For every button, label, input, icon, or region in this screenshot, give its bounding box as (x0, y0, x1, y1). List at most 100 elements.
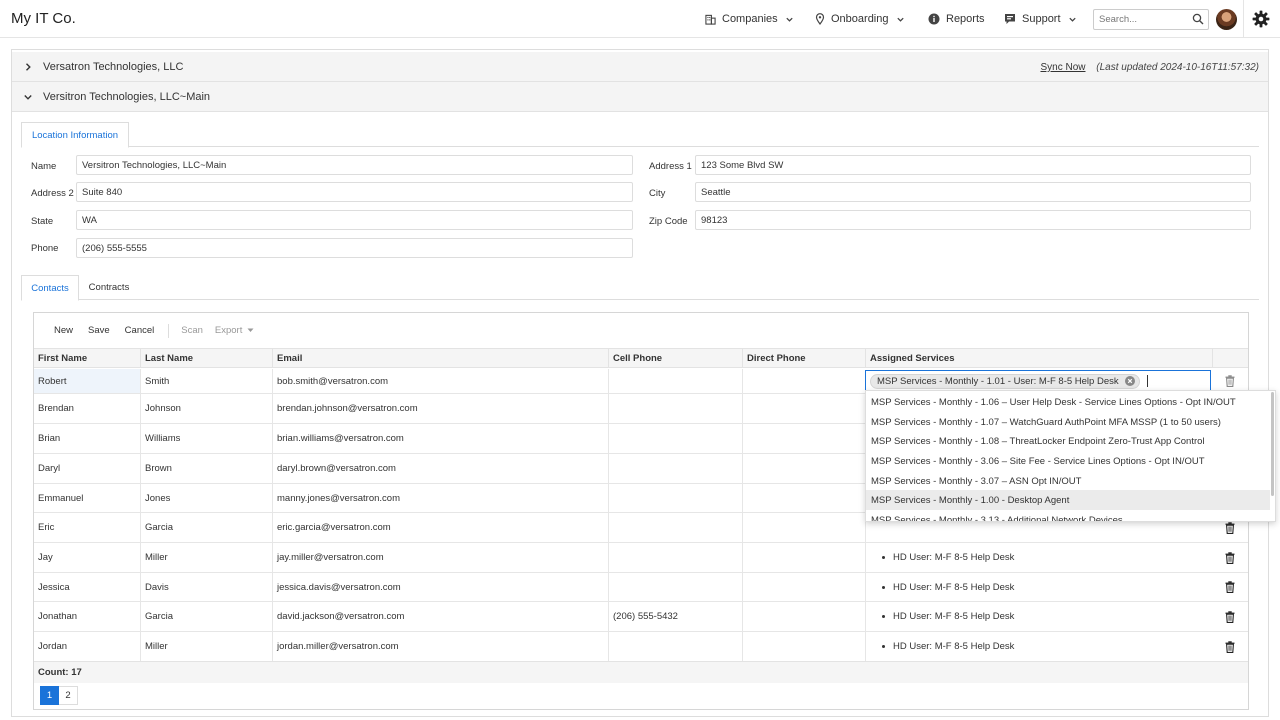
export-button[interactable]: Export (215, 325, 254, 336)
column-header-assigned-services[interactable]: Assigned Services (865, 349, 1212, 368)
accordion-item-versatron[interactable]: Versatron Technologies, LLC Sync Now (La… (12, 52, 1268, 82)
cell-last-name[interactable]: Davis (140, 573, 272, 601)
cell-cell-phone[interactable] (608, 573, 742, 601)
cell-cell-phone[interactable]: (206) 555-5432 (608, 602, 742, 631)
cell-cell-phone[interactable] (608, 543, 742, 572)
cell-direct-phone[interactable] (742, 632, 865, 661)
cell-assigned-services[interactable]: HD User: M-F 8-5 Help Desk (865, 543, 1212, 572)
cell-first-name[interactable]: Robert (34, 369, 140, 393)
cell-last-name[interactable]: Jones (140, 484, 272, 512)
nav-reports[interactable]: Reports (928, 0, 985, 38)
cell-first-name[interactable]: Emmanuel (34, 484, 140, 512)
gear-icon[interactable] (1252, 10, 1270, 31)
cell-last-name[interactable]: Garcia (140, 602, 272, 631)
trash-icon[interactable] (1225, 610, 1235, 623)
tab-contracts[interactable]: Contracts (79, 275, 139, 300)
nav-companies[interactable]: Companies (705, 0, 794, 38)
new-button[interactable]: New (54, 325, 73, 336)
page-button-2[interactable]: 2 (59, 686, 78, 705)
cell-last-name[interactable]: Garcia (140, 513, 272, 542)
dropdown-option[interactable]: MSP Services - Monthly - 3.06 – Site Fee… (866, 451, 1270, 471)
cell-email[interactable]: brendan.johnson@versatron.com (272, 394, 608, 423)
cell-first-name[interactable]: Eric (34, 513, 140, 542)
cell-email[interactable]: manny.jones@versatron.com (272, 484, 608, 512)
selected-service-chip[interactable]: MSP Services - Monthly - 1.01 - User: M-… (870, 373, 1140, 389)
user-avatar[interactable] (1216, 9, 1237, 30)
trash-icon[interactable] (1225, 640, 1235, 653)
page-button-1[interactable]: 1 (40, 686, 59, 705)
trash-icon[interactable] (1225, 521, 1235, 534)
cell-cell-phone[interactable] (608, 484, 742, 512)
remove-chip-icon[interactable] (1124, 376, 1135, 386)
table-row[interactable]: Jonathan Garcia david.jackson@versatron.… (34, 602, 1248, 632)
cell-direct-phone[interactable] (742, 573, 865, 601)
cell-assigned-services[interactable]: HD User: M-F 8-5 Help Desk (865, 602, 1212, 631)
cell-direct-phone[interactable] (742, 484, 865, 512)
cell-last-name[interactable]: Smith (140, 369, 272, 393)
cell-direct-phone[interactable] (742, 513, 865, 542)
cell-first-name[interactable]: Jonathan (34, 602, 140, 631)
cell-direct-phone[interactable] (742, 543, 865, 572)
nav-support[interactable]: Support (1004, 0, 1077, 38)
cell-cell-phone[interactable] (608, 369, 742, 393)
city-field[interactable]: Seattle (695, 182, 1251, 202)
name-field[interactable]: Versitron Technologies, LLC~Main (76, 155, 633, 175)
column-header-last-name[interactable]: Last Name (140, 349, 272, 368)
cell-cell-phone[interactable] (608, 513, 742, 542)
cell-last-name[interactable]: Johnson (140, 394, 272, 423)
cell-email[interactable]: jessica.davis@versatron.com (272, 573, 608, 601)
trash-icon[interactable] (1225, 551, 1235, 564)
cell-email[interactable]: bob.smith@versatron.com (272, 369, 608, 393)
search-icon[interactable] (1192, 13, 1204, 28)
table-row[interactable]: Jessica Davis jessica.davis@versatron.co… (34, 573, 1248, 602)
cell-cell-phone[interactable] (608, 632, 742, 661)
cell-first-name[interactable]: Jessica (34, 573, 140, 601)
assigned-services-multiselect[interactable]: MSP Services - Monthly - 1.01 - User: M-… (865, 370, 1211, 392)
cell-direct-phone[interactable] (742, 454, 865, 483)
nav-onboarding[interactable]: Onboarding (815, 0, 905, 38)
cell-direct-phone[interactable] (742, 369, 865, 393)
phone-field[interactable]: (206) 555-5555 (76, 238, 633, 258)
zip-field[interactable]: 98123 (695, 210, 1251, 230)
cell-last-name[interactable]: Miller (140, 543, 272, 572)
cell-direct-phone[interactable] (742, 394, 865, 423)
dropdown-option[interactable]: MSP Services - Monthly - 1.07 – WatchGua… (866, 412, 1270, 432)
cell-first-name[interactable]: Brian (34, 424, 140, 453)
table-row[interactable]: Jordan Miller jordan.miller@versatron.co… (34, 632, 1248, 661)
cancel-button[interactable]: Cancel (125, 325, 155, 336)
cell-first-name[interactable]: Jay (34, 543, 140, 572)
cell-assigned-services[interactable]: HD User: M-F 8-5 Help Desk (865, 632, 1212, 661)
dropdown-option-highlighted[interactable]: MSP Services - Monthly - 1.00 - Desktop … (866, 490, 1270, 510)
cell-last-name[interactable]: Miller (140, 632, 272, 661)
cell-direct-phone[interactable] (742, 602, 865, 631)
tab-location-information[interactable]: Location Information (21, 122, 129, 148)
cell-last-name[interactable]: Williams (140, 424, 272, 453)
column-header-first-name[interactable]: First Name (34, 349, 140, 368)
app-title[interactable]: My IT Co. (11, 10, 76, 27)
search-input[interactable] (1094, 10, 1188, 29)
trash-icon[interactable] (1225, 581, 1235, 593)
address2-field[interactable]: Suite 840 (76, 182, 633, 202)
cell-email[interactable]: jay.miller@versatron.com (272, 543, 608, 572)
cell-email[interactable]: daryl.brown@versatron.com (272, 454, 608, 483)
tab-contacts[interactable]: Contacts (21, 275, 79, 301)
cell-cell-phone[interactable] (608, 454, 742, 483)
cell-last-name[interactable]: Brown (140, 454, 272, 483)
dropdown-option[interactable]: MSP Services - Monthly - 3.13 - Addition… (866, 510, 1270, 522)
dropdown-option[interactable]: MSP Services - Monthly - 1.08 – ThreatLo… (866, 431, 1270, 451)
accordion-item-versitron-main[interactable]: Versitron Technologies, LLC~Main (12, 82, 1268, 112)
column-header-cell-phone[interactable]: Cell Phone (608, 349, 742, 368)
cell-first-name[interactable]: Brendan (34, 394, 140, 423)
save-button[interactable]: Save (88, 325, 110, 336)
address1-field[interactable]: 123 Some Blvd SW (695, 155, 1251, 175)
cell-email[interactable]: jordan.miller@versatron.com (272, 632, 608, 661)
cell-email[interactable]: eric.garcia@versatron.com (272, 513, 608, 542)
cell-cell-phone[interactable] (608, 394, 742, 423)
column-header-email[interactable]: Email (272, 349, 608, 368)
trash-icon[interactable] (1225, 375, 1235, 387)
cell-email[interactable]: brian.williams@versatron.com (272, 424, 608, 453)
cell-assigned-services[interactable]: HD User: M-F 8-5 Help Desk (865, 573, 1212, 601)
cell-direct-phone[interactable] (742, 424, 865, 453)
dropdown-option[interactable]: MSP Services - Monthly - 3.07 – ASN Opt … (866, 471, 1270, 491)
cell-first-name[interactable]: Daryl (34, 454, 140, 483)
